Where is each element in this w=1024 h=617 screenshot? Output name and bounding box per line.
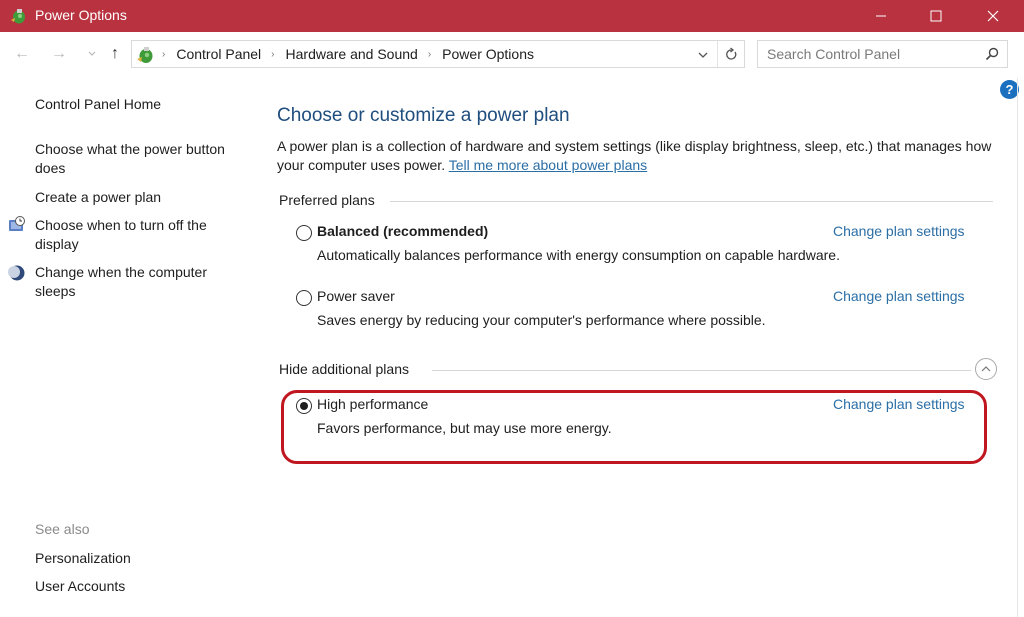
address-divider — [717, 41, 718, 67]
minimize-icon — [876, 15, 886, 17]
chevron-down-icon — [88, 51, 96, 56]
up-button[interactable]: ↑ — [105, 44, 125, 64]
breadcrumb: › Control Panel › Hardware and Sound › P… — [162, 46, 534, 62]
change-plan-settings-link[interactable]: Change plan settings — [833, 288, 965, 304]
plan-name[interactable]: High performance — [317, 396, 428, 412]
sidebar-item-power-button[interactable]: Choose what the power button does — [35, 140, 250, 178]
maximize-icon — [930, 10, 942, 22]
forward-button[interactable]: → — [49, 44, 69, 64]
sidebar-item-display-off[interactable]: Choose when to turn off the display — [35, 216, 250, 254]
chevron-down-icon — [698, 52, 708, 58]
refresh-button[interactable] — [722, 45, 740, 63]
minimize-button[interactable] — [858, 0, 904, 32]
window-title: Power Options — [35, 7, 127, 23]
search-box[interactable] — [757, 40, 1008, 68]
sidebar-item-create-plan[interactable]: Create a power plan — [35, 188, 250, 207]
breadcrumb-power-options[interactable]: Power Options — [442, 46, 534, 62]
see-also-user-accounts[interactable]: User Accounts — [35, 577, 250, 596]
up-arrow-icon: ↑ — [111, 45, 119, 62]
plan-description: Favors performance, but may use more ene… — [317, 420, 612, 436]
plan-name[interactable]: Power saver — [317, 288, 395, 304]
plan-description: Automatically balances performance with … — [317, 247, 840, 263]
maximize-button[interactable] — [913, 0, 959, 32]
sidebar-item-sleep[interactable]: Change when the computer sleeps — [35, 263, 250, 301]
intro-text: A power plan is a collection of hardware… — [277, 137, 1007, 175]
display-clock-icon — [9, 216, 25, 231]
breadcrumb-separator[interactable]: › — [271, 49, 274, 60]
back-arrow-icon: ← — [14, 45, 30, 62]
window-edge — [1017, 78, 1018, 617]
address-bar[interactable]: › Control Panel › Hardware and Sound › P… — [131, 40, 745, 68]
plan-radio-high-performance[interactable] — [296, 398, 312, 414]
close-icon — [987, 10, 999, 22]
page-title: Choose or customize a power plan — [277, 105, 570, 126]
address-history-button[interactable] — [695, 47, 711, 63]
see-also-personalization[interactable]: Personalization — [35, 549, 250, 568]
plan-name[interactable]: Balanced (recommended) — [317, 223, 488, 239]
main-content: Choose or customize a power plan A power… — [277, 78, 1017, 617]
plan-radio-power-saver[interactable] — [296, 290, 312, 306]
close-button[interactable] — [970, 0, 1016, 32]
hide-additional-plans-heading[interactable]: Hide additional plans — [279, 361, 409, 377]
title-bar: Power Options — [0, 0, 1024, 32]
navigation-bar: ← → ↑ › Control Panel › Hardware and Sou… — [0, 32, 1024, 78]
plan-radio-balanced[interactable] — [296, 225, 312, 241]
plan-description: Saves energy by reducing your computer's… — [317, 312, 766, 328]
power-options-icon — [11, 9, 25, 24]
moon-icon — [8, 265, 25, 281]
breadcrumb-hardware-and-sound[interactable]: Hardware and Sound — [286, 46, 418, 62]
change-plan-settings-link[interactable]: Change plan settings — [833, 396, 965, 412]
breadcrumb-control-panel[interactable]: Control Panel — [176, 46, 261, 62]
section-divider — [390, 201, 993, 202]
search-icon — [985, 47, 999, 61]
collapse-plans-button[interactable] — [975, 358, 997, 380]
forward-arrow-icon: → — [51, 45, 67, 62]
breadcrumb-separator: › — [162, 48, 166, 60]
recent-locations-button[interactable] — [82, 44, 102, 64]
learn-more-link[interactable]: Tell me more about power plans — [449, 157, 647, 173]
search-input[interactable] — [767, 45, 977, 63]
refresh-icon — [725, 47, 736, 60]
change-plan-settings-link[interactable]: Change plan settings — [833, 223, 965, 239]
chevron-up-icon — [981, 366, 991, 372]
see-also-label: See also — [35, 521, 90, 537]
sidebar-control-panel-home[interactable]: Control Panel Home — [35, 95, 250, 114]
back-button[interactable]: ← — [12, 44, 32, 64]
control-panel-icon — [137, 47, 153, 63]
preferred-plans-heading: Preferred plans — [279, 192, 375, 208]
breadcrumb-separator[interactable]: › — [428, 49, 431, 60]
section-divider — [432, 370, 971, 371]
sidebar: Control Panel Home Choose what the power… — [0, 78, 262, 617]
